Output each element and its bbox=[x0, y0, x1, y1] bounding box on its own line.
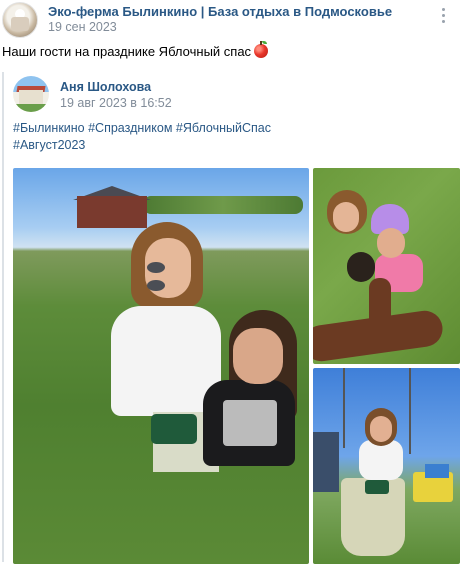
group-avatar[interactable] bbox=[2, 2, 38, 38]
hashtag-link[interactable]: #Былинкино bbox=[13, 121, 85, 135]
hashtags: #Былинкино #Спраздником #ЯблочныйСпас #А… bbox=[13, 120, 271, 154]
post-text: Наши гости на празднике Яблочный спас bbox=[2, 41, 269, 59]
repost-author-avatar[interactable] bbox=[13, 76, 49, 112]
hashtag-link[interactable]: #Спраздником bbox=[88, 121, 172, 135]
hashtag-link[interactable]: #Август2023 bbox=[13, 138, 85, 152]
photo-main[interactable] bbox=[13, 168, 309, 564]
repost-divider bbox=[2, 72, 4, 562]
swing-rope bbox=[409, 368, 411, 454]
apple-icon bbox=[254, 41, 269, 58]
bag bbox=[151, 414, 197, 444]
photo-bottom-right[interactable] bbox=[313, 368, 460, 564]
hashtag-link[interactable]: #ЯблочныйСпас bbox=[176, 121, 271, 135]
post-text-content: Наши гости на празднике Яблочный спас bbox=[2, 44, 252, 59]
group-name-link[interactable]: Эко-ферма Былинкино | База отдыха в Подм… bbox=[48, 4, 392, 19]
repost-author-name[interactable]: Аня Шолохова bbox=[60, 80, 151, 94]
post-date[interactable]: 19 сен 2023 bbox=[48, 20, 117, 34]
avatar-shape bbox=[11, 17, 29, 31]
photo-top-right[interactable] bbox=[313, 168, 460, 364]
sunglasses bbox=[147, 260, 189, 291]
more-options-icon[interactable] bbox=[440, 8, 446, 28]
trees bbox=[143, 196, 303, 214]
repost-date[interactable]: 19 авг 2023 в 16:52 bbox=[60, 96, 172, 110]
house bbox=[77, 196, 147, 228]
swing-rope bbox=[343, 368, 345, 448]
post-header: Эко-ферма Былинкино | База отдыха в Подм… bbox=[0, 0, 460, 40]
